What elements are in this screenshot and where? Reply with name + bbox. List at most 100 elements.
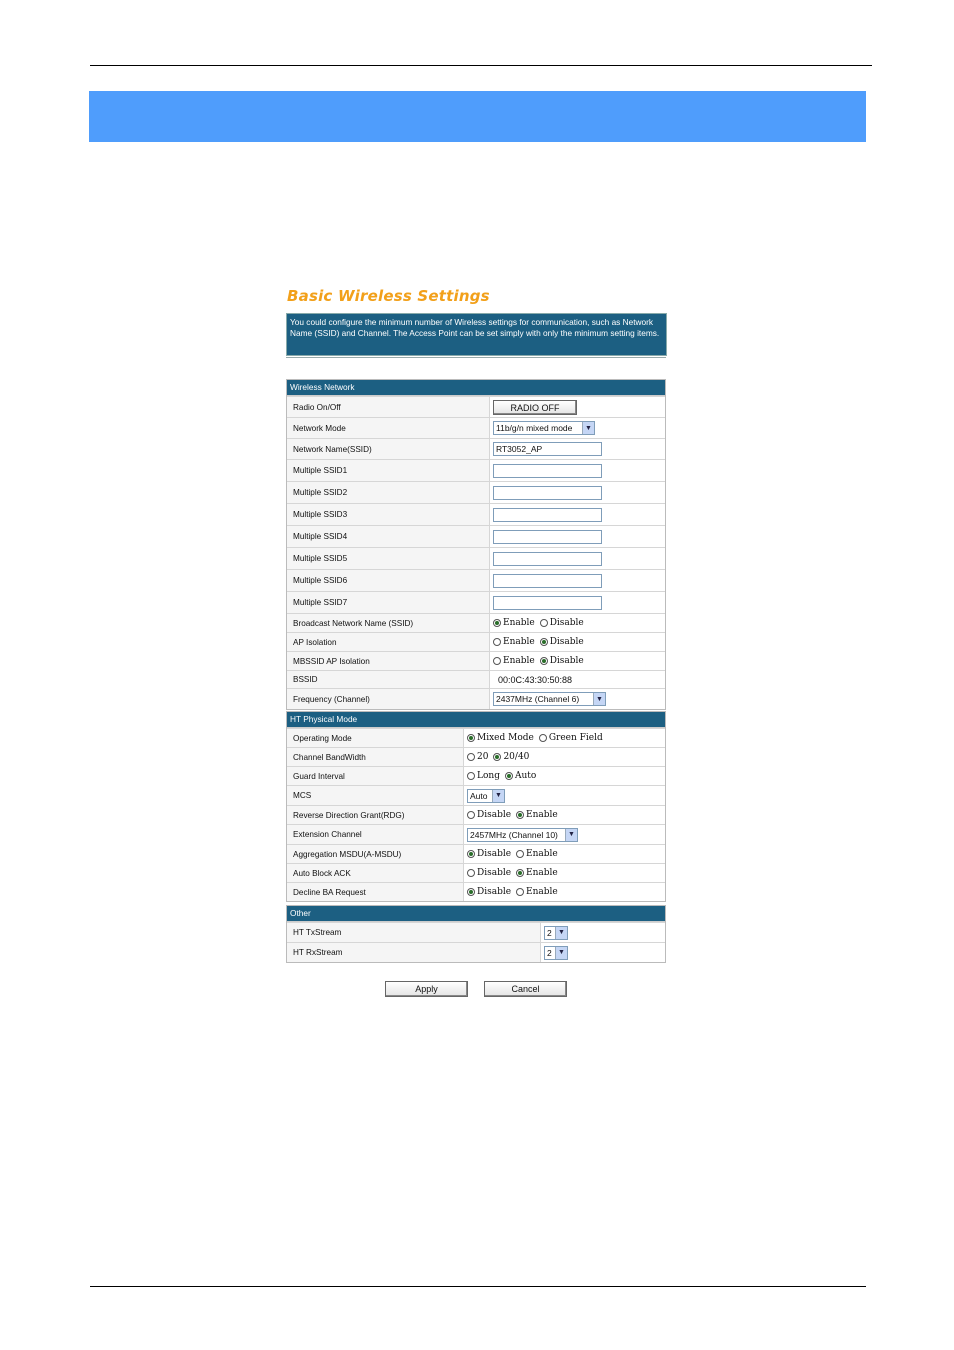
- extension-channel-selected: 2457MHz (Channel 10): [470, 829, 558, 840]
- mssid1-label: Multiple SSID1: [287, 460, 490, 481]
- extension-channel-select[interactable]: 2457MHz (Channel 10) ▼: [467, 827, 578, 842]
- frequency-selected: 2437MHz (Channel 6): [496, 694, 580, 704]
- decline-ba-enable-label: Enable: [526, 887, 558, 897]
- frequency-select[interactable]: 2437MHz (Channel 6) ▼: [493, 692, 606, 706]
- mcs-cell: Auto ▼: [464, 786, 505, 805]
- chevron-down-icon: ▼: [582, 422, 594, 434]
- broadcast-disable-label: Disable: [549, 618, 584, 628]
- network-mode-select[interactable]: 11b/g/n mixed mode ▼: [493, 421, 595, 435]
- auto-ba-disable-label: Disable: [477, 868, 512, 878]
- amsdu-disable-label: Disable: [477, 849, 512, 859]
- green-field-label: Green Field: [548, 733, 603, 743]
- auto-ba-enable-option[interactable]: Enable: [516, 868, 558, 878]
- auto-ba-disable-option[interactable]: Disable: [467, 868, 511, 878]
- mssid2-row: Multiple SSID2: [287, 481, 665, 503]
- operating-mode-options: Mixed Mode Green Field: [464, 729, 608, 747]
- rx-stream-select[interactable]: 2 ▼: [544, 945, 568, 960]
- mssid5-input[interactable]: [493, 551, 602, 566]
- ht-physical-panel: HT Physical Mode Operating Mode Mixed Mo…: [286, 711, 666, 902]
- radio-selected-icon: [467, 734, 475, 742]
- mcs-label: MCS: [287, 786, 464, 805]
- radio-icon: [493, 657, 501, 665]
- radio-icon: [467, 753, 475, 761]
- mssid3-input[interactable]: [493, 507, 602, 522]
- form-actions: Apply Cancel: [385, 981, 567, 997]
- radio-off-button[interactable]: RADIO OFF: [493, 399, 577, 415]
- bandwidth-options: 20 20/40: [464, 748, 534, 766]
- chevron-down-icon: ▼: [593, 693, 605, 705]
- bssid-row: BSSID 00:0C:43:30:50:88: [287, 670, 665, 688]
- mssid2-label: Multiple SSID2: [287, 482, 490, 503]
- mixed-mode-label: Mixed Mode: [477, 733, 534, 743]
- decline-ba-enable-option[interactable]: Enable: [516, 887, 558, 897]
- ap-isolation-enable-option[interactable]: Enable: [493, 637, 535, 647]
- ap-isolation-disable-option[interactable]: Disable: [539, 637, 584, 647]
- cancel-button[interactable]: Cancel: [484, 981, 567, 997]
- mcs-selected: Auto: [470, 790, 488, 801]
- mssid6-cell: [490, 570, 602, 591]
- mssid7-input[interactable]: [493, 595, 602, 610]
- mbssid-enable-option[interactable]: Enable: [493, 656, 535, 666]
- mssid5-cell: [490, 548, 602, 569]
- other-panel: Other HT TxStream 2 ▼ HT RxStream 2 ▼: [286, 905, 666, 963]
- mbssid-disable-option[interactable]: Disable: [539, 656, 584, 666]
- mcs-row: MCS Auto ▼: [287, 785, 665, 805]
- wireless-network-panel: Wireless Network Radio On/Off RADIO OFF …: [286, 379, 666, 710]
- network-mode-label: Network Mode: [287, 418, 490, 438]
- intro-divider: [286, 357, 666, 358]
- rdg-enable-label: Enable: [526, 810, 558, 820]
- mssid5-label: Multiple SSID5: [287, 548, 490, 569]
- mssid4-input[interactable]: [493, 529, 602, 544]
- bandwidth-label: Channel BandWidth: [287, 748, 464, 766]
- mssid4-row: Multiple SSID4: [287, 525, 665, 547]
- amsdu-enable-option[interactable]: Enable: [516, 849, 558, 859]
- broadcast-disable-option[interactable]: Disable: [539, 618, 584, 628]
- chevron-down-icon: ▼: [492, 789, 504, 802]
- broadcast-enable-option[interactable]: Enable: [493, 618, 535, 628]
- gi-long-option[interactable]: Long: [467, 771, 500, 781]
- mssid6-input[interactable]: [493, 573, 602, 588]
- mixed-mode-option[interactable]: Mixed Mode: [467, 733, 534, 743]
- ssid-input[interactable]: RT3052_AP: [493, 442, 602, 456]
- mssid4-label: Multiple SSID4: [287, 526, 490, 547]
- chevron-down-icon: ▼: [565, 828, 577, 841]
- frequency-cell: 2437MHz (Channel 6) ▼: [490, 689, 606, 709]
- broadcast-row: Broadcast Network Name (SSID) Enable Dis…: [287, 613, 665, 632]
- mcs-select[interactable]: Auto ▼: [467, 788, 505, 803]
- extension-channel-cell: 2457MHz (Channel 10) ▼: [464, 825, 578, 844]
- radio-row: Radio On/Off RADIO OFF: [287, 396, 665, 417]
- mssid7-cell: [490, 592, 602, 613]
- mssid1-input[interactable]: [493, 463, 602, 478]
- bw-2040-option[interactable]: 20/40: [493, 752, 529, 762]
- operating-mode-label: Operating Mode: [287, 729, 464, 747]
- radio-selected-icon: [467, 888, 475, 896]
- rdg-enable-option[interactable]: Enable: [516, 810, 558, 820]
- amsdu-disable-option[interactable]: Disable: [467, 849, 511, 859]
- apply-button[interactable]: Apply: [385, 981, 468, 997]
- mbssid-label: MBSSID AP Isolation: [287, 652, 490, 670]
- radio-icon: [516, 888, 525, 896]
- gi-auto-option[interactable]: Auto: [504, 771, 536, 781]
- bssid-label: BSSID: [287, 671, 490, 688]
- mssid2-input[interactable]: [493, 485, 602, 500]
- chevron-down-icon: ▼: [555, 926, 567, 939]
- radio-selected-icon: [539, 638, 548, 646]
- green-field-option[interactable]: Green Field: [538, 733, 603, 743]
- bw-20-option[interactable]: 20: [467, 752, 488, 762]
- mssid7-row: Multiple SSID7: [287, 591, 665, 613]
- mbssid-enable-label: Enable: [503, 656, 535, 666]
- radio-icon: [538, 734, 547, 742]
- button-spacer: [468, 981, 484, 997]
- rdg-disable-option[interactable]: Disable: [467, 810, 511, 820]
- intro-text: You could configure the minimum number o…: [286, 313, 667, 356]
- gi-long-label: Long: [477, 771, 500, 781]
- radio-label: Radio On/Off: [287, 397, 490, 417]
- ap-isolation-options: Enable Disable: [490, 633, 589, 651]
- radio-value: RADIO OFF: [490, 397, 577, 417]
- radio-selected-icon: [516, 869, 525, 877]
- decline-ba-disable-option[interactable]: Disable: [467, 887, 511, 897]
- tx-stream-select[interactable]: 2 ▼: [544, 925, 568, 940]
- frequency-label: Frequency (Channel): [287, 689, 490, 709]
- ap-isolation-label: AP Isolation: [287, 633, 490, 651]
- rdg-disable-label: Disable: [477, 810, 512, 820]
